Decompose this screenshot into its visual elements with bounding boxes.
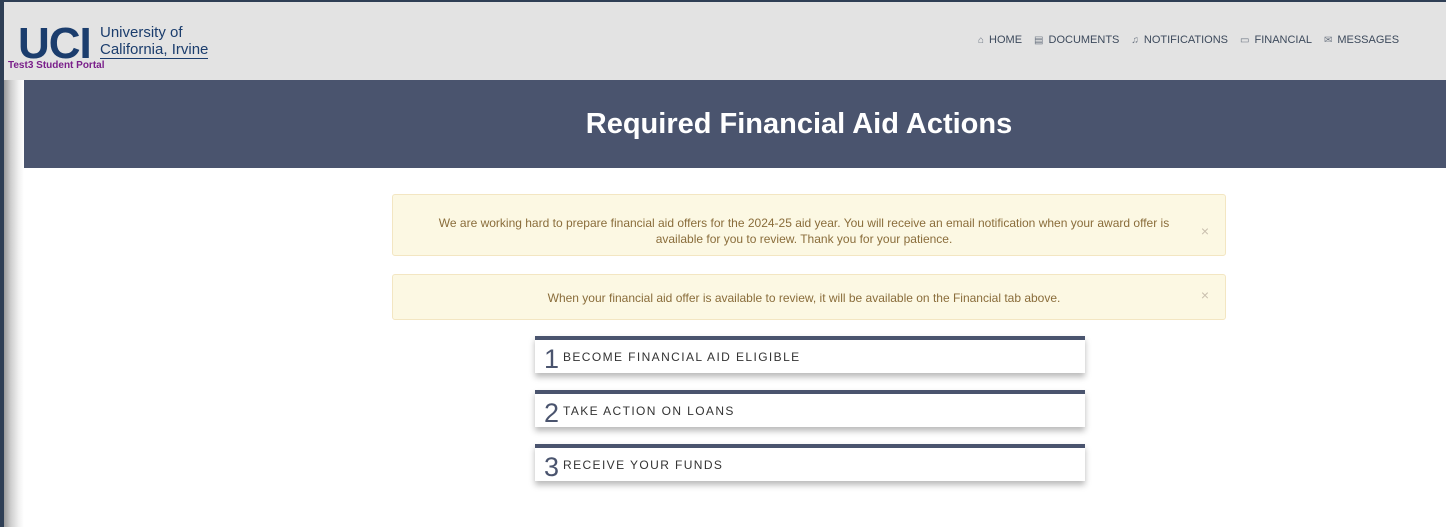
nav-documents-label: DOCUMENTS bbox=[1048, 34, 1120, 46]
nav-messages-label: MESSAGES bbox=[1337, 34, 1400, 46]
step-become-eligible[interactable]: 1 BECOME FINANCIAL AID ELIGIBLE bbox=[535, 336, 1085, 373]
nav-financial[interactable]: ▭ FINANCIAL bbox=[1240, 34, 1312, 46]
logo-mark: UCI bbox=[18, 19, 92, 68]
home-icon: ⌂ bbox=[978, 34, 985, 46]
step-number: 1 bbox=[544, 344, 560, 374]
nav-home[interactable]: ⌂ HOME bbox=[978, 34, 1022, 46]
nav-documents[interactable]: ▤ DOCUMENTS bbox=[1034, 34, 1119, 46]
alert-text: When your financial aid offer is availab… bbox=[547, 291, 1061, 305]
page-title: Required Financial Aid Actions bbox=[585, 107, 1013, 140]
page: UCI University of California, Irvine Tes… bbox=[0, 0, 1446, 527]
logo-university-line1: University of bbox=[100, 24, 183, 41]
step-label: TAKE ACTION ON LOANS bbox=[563, 403, 735, 418]
step-take-action-on-loans[interactable]: 2 TAKE ACTION ON LOANS bbox=[535, 390, 1085, 427]
alert-offer-location: When your financial aid offer is availab… bbox=[392, 274, 1226, 320]
left-edge-shadow bbox=[4, 80, 24, 527]
step-label: RECEIVE YOUR FUNDS bbox=[563, 457, 724, 472]
nav-messages[interactable]: ✉ MESSAGES bbox=[1324, 34, 1399, 46]
logo-university-line2: California, Irvine bbox=[100, 41, 209, 59]
step-label: BECOME FINANCIAL AID ELIGIBLE bbox=[563, 349, 801, 364]
nav-financial-label: FINANCIAL bbox=[1254, 34, 1312, 46]
step-number: 2 bbox=[544, 398, 560, 428]
site-header: UCI University of California, Irvine Tes… bbox=[4, 2, 1446, 80]
alert-aid-offers-in-progress: We are working hard to prepare financial… bbox=[392, 194, 1226, 256]
document-icon: ▤ bbox=[1034, 34, 1044, 46]
portal-name: Test3 Student Portal bbox=[8, 60, 105, 71]
nav-notifications[interactable]: ♫ NOTIFICATIONS bbox=[1131, 34, 1228, 46]
page-banner: Required Financial Aid Actions bbox=[4, 80, 1446, 168]
close-icon[interactable]: × bbox=[1201, 223, 1209, 239]
step-number: 3 bbox=[544, 452, 560, 482]
step-receive-funds[interactable]: 3 RECEIVE YOUR FUNDS bbox=[535, 444, 1085, 481]
logo-university-name: University of California, Irvine bbox=[100, 24, 209, 59]
close-icon[interactable]: × bbox=[1201, 287, 1209, 303]
top-nav: ⌂ HOME ▤ DOCUMENTS ♫ NOTIFICATIONS ▭ FIN… bbox=[978, 34, 1446, 46]
credit-card-icon: ▭ bbox=[1240, 34, 1250, 46]
alert-text: We are working hard to prepare financial… bbox=[438, 216, 1170, 246]
nav-home-label: HOME bbox=[989, 34, 1023, 46]
nav-notifications-label: NOTIFICATIONS bbox=[1143, 34, 1229, 46]
bell-icon: ♫ bbox=[1131, 34, 1139, 46]
envelope-icon: ✉ bbox=[1323, 34, 1333, 46]
